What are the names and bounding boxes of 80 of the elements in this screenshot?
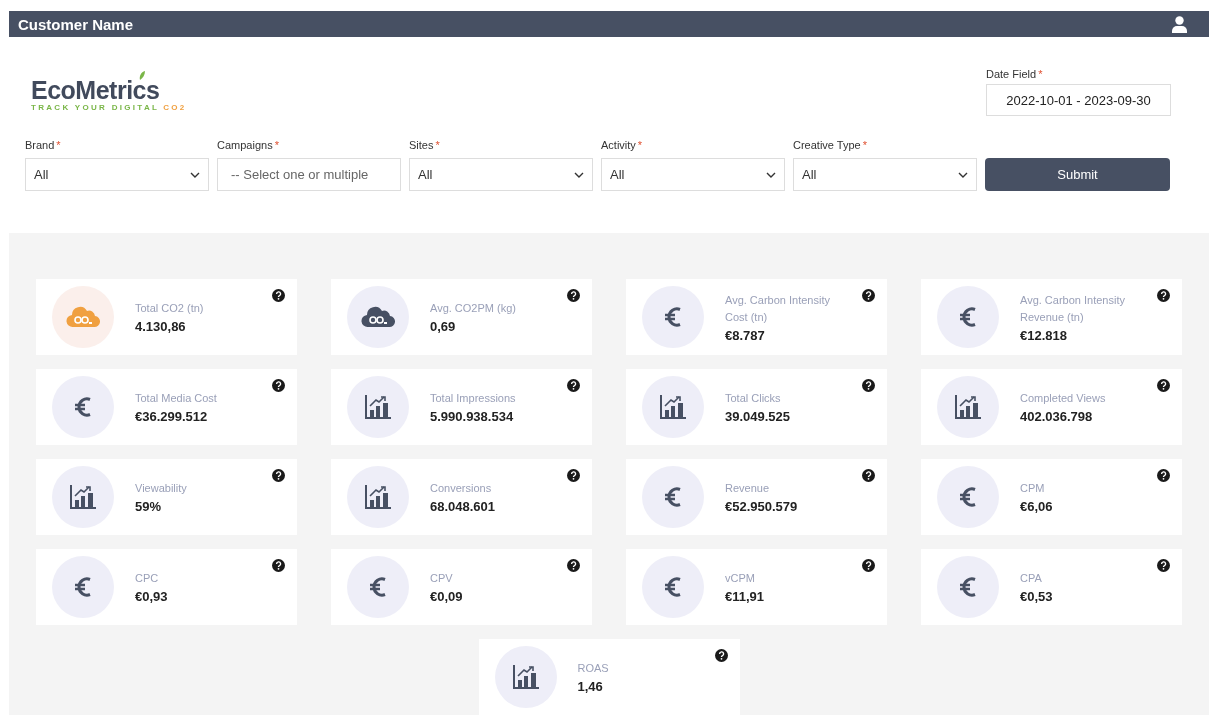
metric-value: €12.818 xyxy=(1020,327,1068,343)
metric-label: Conversions xyxy=(430,481,493,496)
dropdown[interactable]: All xyxy=(793,158,977,191)
field-label: Creative Type xyxy=(793,139,861,153)
help-icon[interactable] xyxy=(862,559,875,572)
dropdown[interactable]: All xyxy=(601,158,785,191)
metric-label: Avg. Carbon Intensity Revenue (tn) xyxy=(1020,292,1126,325)
help-icon[interactable] xyxy=(272,559,285,572)
help-icon[interactable] xyxy=(862,469,875,482)
metric-label: Completed Views xyxy=(1020,391,1107,406)
help-icon[interactable] xyxy=(567,379,580,392)
required-mark: * xyxy=(1038,68,1043,83)
metric-value: €0,93 xyxy=(135,589,169,604)
help-icon[interactable] xyxy=(567,559,580,572)
dropdown[interactable]: All xyxy=(25,158,209,191)
help-icon[interactable] xyxy=(862,289,875,302)
chevron-down-icon xyxy=(190,171,200,178)
metric-value: 59% xyxy=(135,499,163,514)
metric-label: Viewability xyxy=(135,481,188,496)
metric-value: €0,53 xyxy=(1020,589,1054,604)
date-range-field[interactable]: 2022-10-01 - 2023-09-30 xyxy=(986,84,1171,117)
metric-value: €6,06 xyxy=(1020,499,1054,514)
help-icon[interactable] xyxy=(1157,559,1170,572)
help-icon[interactable] xyxy=(1157,289,1170,302)
chevron-down-icon xyxy=(958,171,968,178)
metric-value: €52.950.579 xyxy=(725,499,799,514)
metric-label: Total Clicks xyxy=(725,391,782,406)
metric-label: CPM xyxy=(1020,481,1046,496)
chevron-down-icon xyxy=(574,171,584,178)
help-icon[interactable] xyxy=(567,469,580,482)
logo-tagline: TRACK YOUR DIGITAL xyxy=(31,103,160,113)
field-label: Sites xyxy=(409,139,434,153)
metric-label: CPC xyxy=(135,571,160,586)
logo-name: EcoMetrics xyxy=(31,76,160,105)
metric-label: Revenue xyxy=(725,481,771,496)
logo-tagline-accent: CO2 xyxy=(163,103,187,113)
metric-value: 1,46 xyxy=(577,679,604,694)
help-icon[interactable] xyxy=(714,649,728,662)
required-mark: * xyxy=(435,139,440,153)
help-icon[interactable] xyxy=(1157,379,1170,392)
metric-value: €0,09 xyxy=(430,589,464,604)
submit-button[interactable]: Submit xyxy=(985,158,1170,191)
metric-value: 68.048.601 xyxy=(430,499,497,514)
metric-label: Total CO2 (tn) xyxy=(135,301,205,316)
required-mark: * xyxy=(637,139,643,153)
required-mark: * xyxy=(862,139,867,153)
dropdown[interactable]: All xyxy=(409,158,593,191)
metric-value: €11,91 xyxy=(725,589,766,604)
field-label: Brand xyxy=(25,139,55,153)
metric-label: CPA xyxy=(1020,571,1043,586)
help-icon[interactable] xyxy=(272,379,285,392)
help-icon[interactable] xyxy=(1157,469,1170,482)
chevron-down-icon xyxy=(766,171,776,178)
metric-label: Avg. CO2PM (kg) xyxy=(430,301,517,316)
help-icon[interactable] xyxy=(272,289,285,302)
help-icon[interactable] xyxy=(272,469,285,482)
metric-value: 402.036.798 xyxy=(1020,409,1094,424)
metric-label: Avg. Carbon Intensity Cost (tn) xyxy=(725,292,831,325)
metric-value: 0,69 xyxy=(430,319,457,334)
metric-value: €36.299.512 xyxy=(135,409,209,424)
metric-value: 5.990.938.534 xyxy=(430,409,515,424)
metric-label: CPV xyxy=(430,571,454,586)
metric-label: ROAS xyxy=(577,661,610,676)
help-icon[interactable] xyxy=(567,289,580,302)
metric-value: €8.787 xyxy=(725,327,766,343)
metric-label: Total Impressions xyxy=(430,391,517,406)
multi-select-field[interactable]: -- Select one or multiple xyxy=(217,158,401,191)
metric-value: 4.130,86 xyxy=(135,319,187,334)
field-label: Date Field xyxy=(986,68,1037,83)
metric-label: vCPM xyxy=(725,571,756,586)
metric-label: Total Media Cost xyxy=(135,391,218,406)
leaf-icon xyxy=(139,71,145,81)
customer-name: Customer Name xyxy=(18,15,134,33)
required-mark: * xyxy=(274,139,279,153)
help-icon[interactable] xyxy=(862,379,875,392)
user-icon[interactable] xyxy=(1172,15,1187,33)
required-mark: * xyxy=(56,139,61,153)
field-label: Activity xyxy=(601,139,636,153)
metric-value: 39.049.525 xyxy=(725,409,792,424)
field-label: Campaigns xyxy=(217,139,273,153)
